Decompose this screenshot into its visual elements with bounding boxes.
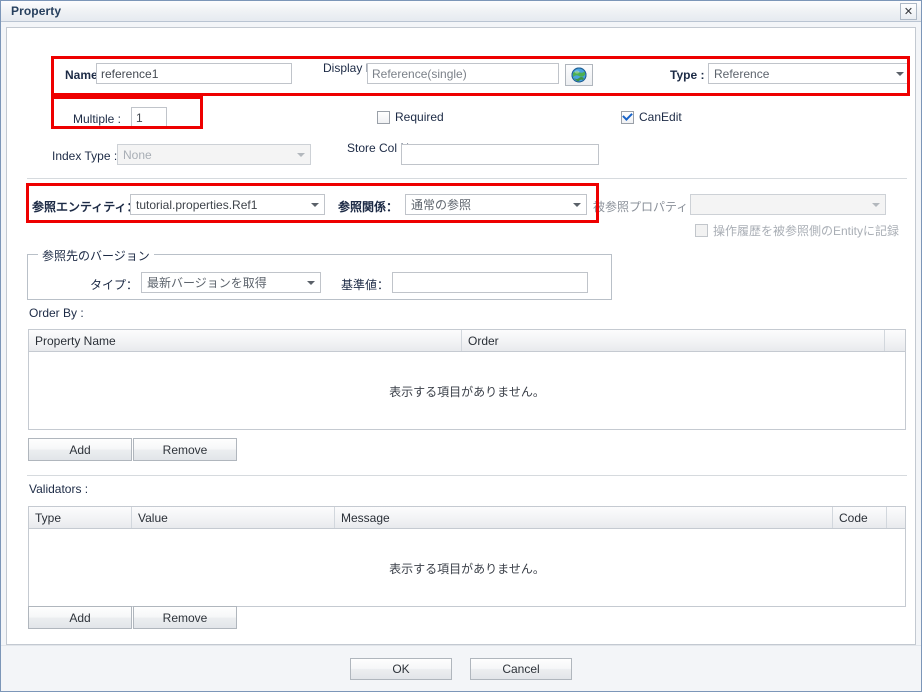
display-name-input[interactable] — [367, 63, 559, 84]
ref-relation-label: 参照関係： — [338, 200, 399, 214]
order-by-col-spacer — [885, 330, 905, 351]
ok-button[interactable]: OK — [350, 657, 452, 680]
globe-icon[interactable] — [565, 64, 593, 86]
canedit-label: CanEdit — [639, 110, 682, 124]
dialog-titlebar: Property ✕ — [1, 1, 921, 22]
validators-add-label: Add — [69, 610, 91, 625]
chevron-down-icon — [297, 152, 305, 157]
canedit-checkbox[interactable] — [621, 110, 634, 124]
chevron-down-icon — [896, 71, 904, 76]
ref-relation-select-value: 通常の参照 — [411, 198, 472, 212]
required-label: Required — [395, 110, 444, 124]
property-dialog: Property ✕ Name : Display Name : — [0, 0, 922, 692]
display-name-label: Display Name : — [323, 61, 405, 75]
name-input[interactable] — [96, 63, 292, 84]
footer-buttons: OK Cancel — [350, 657, 572, 680]
validators-col-message[interactable]: Message — [335, 507, 833, 528]
required-checkbox[interactable] — [377, 110, 390, 124]
chevron-down-icon — [573, 202, 581, 207]
order-by-remove-label: Remove — [162, 442, 208, 457]
base-value-input[interactable] — [392, 272, 588, 293]
order-by-add-label: Add — [69, 442, 91, 457]
base-value-label: 基準値： — [341, 278, 390, 292]
store-col-name-input[interactable] — [401, 144, 599, 165]
validators-col-type[interactable]: Type — [29, 507, 132, 528]
ok-button-label: OK — [392, 661, 410, 676]
validators-remove-button[interactable]: Remove — [133, 606, 237, 629]
history-checkbox[interactable] — [695, 224, 708, 237]
type-select-value: Reference — [714, 66, 770, 81]
version-type-select[interactable]: 最新バージョンを取得 — [141, 272, 321, 293]
section-divider — [27, 178, 907, 179]
order-by-empty-text: 表示する項目がありません。 — [389, 384, 545, 399]
version-type-select-value: 最新バージョンを取得 — [147, 276, 267, 290]
validators-col-spacer — [887, 507, 905, 528]
ref-entity-label: 参照エンティティ： — [32, 200, 139, 214]
validators-table-header: Type Value Message Code — [29, 507, 905, 529]
referenced-property-select[interactable] — [690, 194, 886, 215]
validators-label: Validators : — [29, 482, 89, 496]
order-by-table-header: Property Name Order — [29, 330, 905, 352]
validators-empty-message: 表示する項目がありません。 — [29, 529, 905, 606]
close-icon[interactable]: ✕ — [900, 3, 917, 20]
history-checkbox-label: 操作履歴を被参照側のEntityに記録 — [713, 224, 900, 238]
chevron-down-icon — [307, 280, 315, 285]
validators-col-value[interactable]: Value — [132, 507, 335, 528]
ref-entity-select[interactable]: tutorial.properties.Ref1 — [130, 194, 325, 215]
type-select[interactable]: Reference — [708, 63, 910, 84]
dialog-body: Name : Display Name : Type : R — [1, 22, 921, 645]
reference-version-group-title: 参照先のバージョン — [38, 247, 154, 264]
validators-add-button[interactable]: Add — [28, 606, 132, 629]
index-type-label: Index Type : — [52, 149, 118, 163]
referenced-property-label: 被参照プロパティ： — [593, 200, 701, 214]
property-form-panel: Name : Display Name : Type : R — [6, 27, 916, 645]
chevron-down-icon — [872, 202, 880, 207]
history-checkbox-row[interactable]: 操作履歴を被参照側のEntityに記録 — [695, 222, 899, 239]
validators-table: Type Value Message Code 表示する項目がありません。 — [28, 506, 906, 607]
validators-divider — [27, 475, 907, 476]
order-by-col-order[interactable]: Order — [462, 330, 885, 351]
dialog-title: Property — [11, 4, 62, 18]
version-type-label: タイプ： — [90, 278, 139, 292]
type-label: Type : — [670, 68, 705, 82]
ref-relation-select[interactable]: 通常の参照 — [405, 194, 587, 215]
order-by-col-property-name[interactable]: Property Name — [29, 330, 462, 351]
order-by-table: Property Name Order 表示する項目がありません。 — [28, 329, 906, 430]
canedit-checkbox-row[interactable]: CanEdit — [621, 110, 682, 124]
cancel-button[interactable]: Cancel — [470, 657, 572, 680]
chevron-down-icon — [311, 202, 319, 207]
order-by-add-button[interactable]: Add — [28, 438, 132, 461]
validators-empty-text: 表示する項目がありません。 — [389, 561, 545, 576]
validators-col-code[interactable]: Code — [833, 507, 887, 528]
ref-entity-select-value: tutorial.properties.Ref1 — [136, 197, 258, 212]
multiple-label: Multiple : — [73, 112, 122, 126]
validators-remove-label: Remove — [162, 610, 208, 625]
order-by-empty-message: 表示する項目がありません。 — [29, 352, 905, 429]
cancel-button-label: Cancel — [502, 661, 540, 676]
store-col-name-label: Store Col Name : — [347, 141, 440, 155]
index-type-select-value: None — [123, 147, 152, 162]
order-by-label: Order By : — [29, 306, 84, 320]
index-type-select[interactable]: None — [117, 144, 311, 165]
dialog-footer: OK Cancel — [1, 645, 921, 691]
order-by-remove-button[interactable]: Remove — [133, 438, 237, 461]
multiple-input[interactable] — [131, 107, 167, 128]
required-checkbox-row[interactable]: Required — [377, 110, 444, 124]
